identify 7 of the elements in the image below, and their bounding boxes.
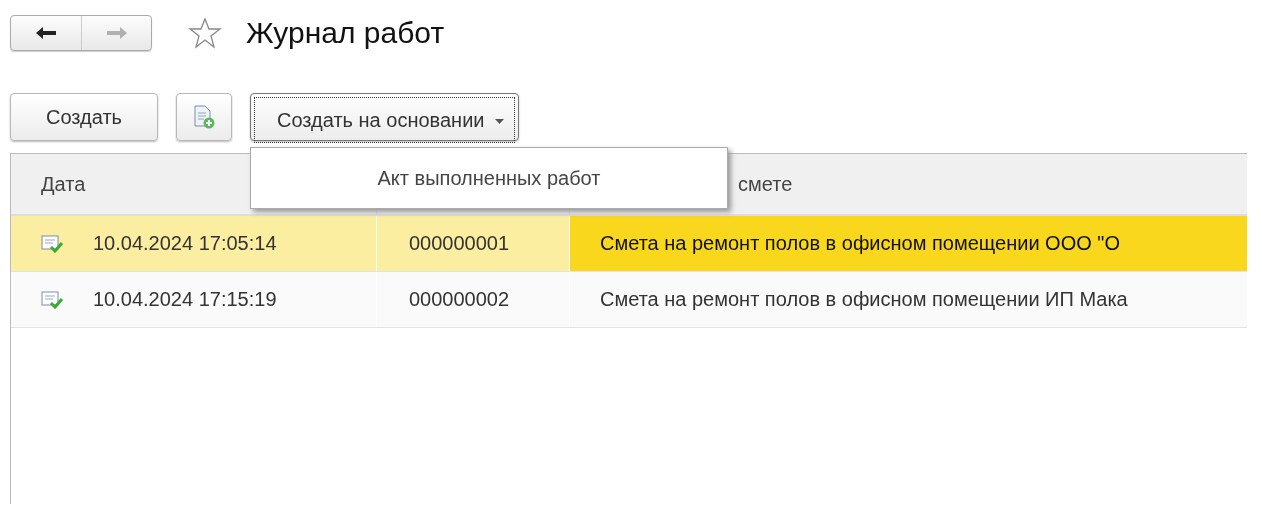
table-cell: 000000002 xyxy=(409,288,510,311)
window-title: Журнал работ xyxy=(246,16,445,50)
table-cell: 10.04.2024 17:15:19 xyxy=(93,288,277,311)
table-cell: Смета на ремонт полов в офисном помещении ООО "О xyxy=(600,232,1120,255)
table-cell: 10.04.2024 17:05:14 xyxy=(93,232,277,255)
table-cell: 000000001 xyxy=(409,232,510,255)
table-cell: Смета на ремонт полов в офисном помещении ИП Мака xyxy=(600,288,1128,311)
